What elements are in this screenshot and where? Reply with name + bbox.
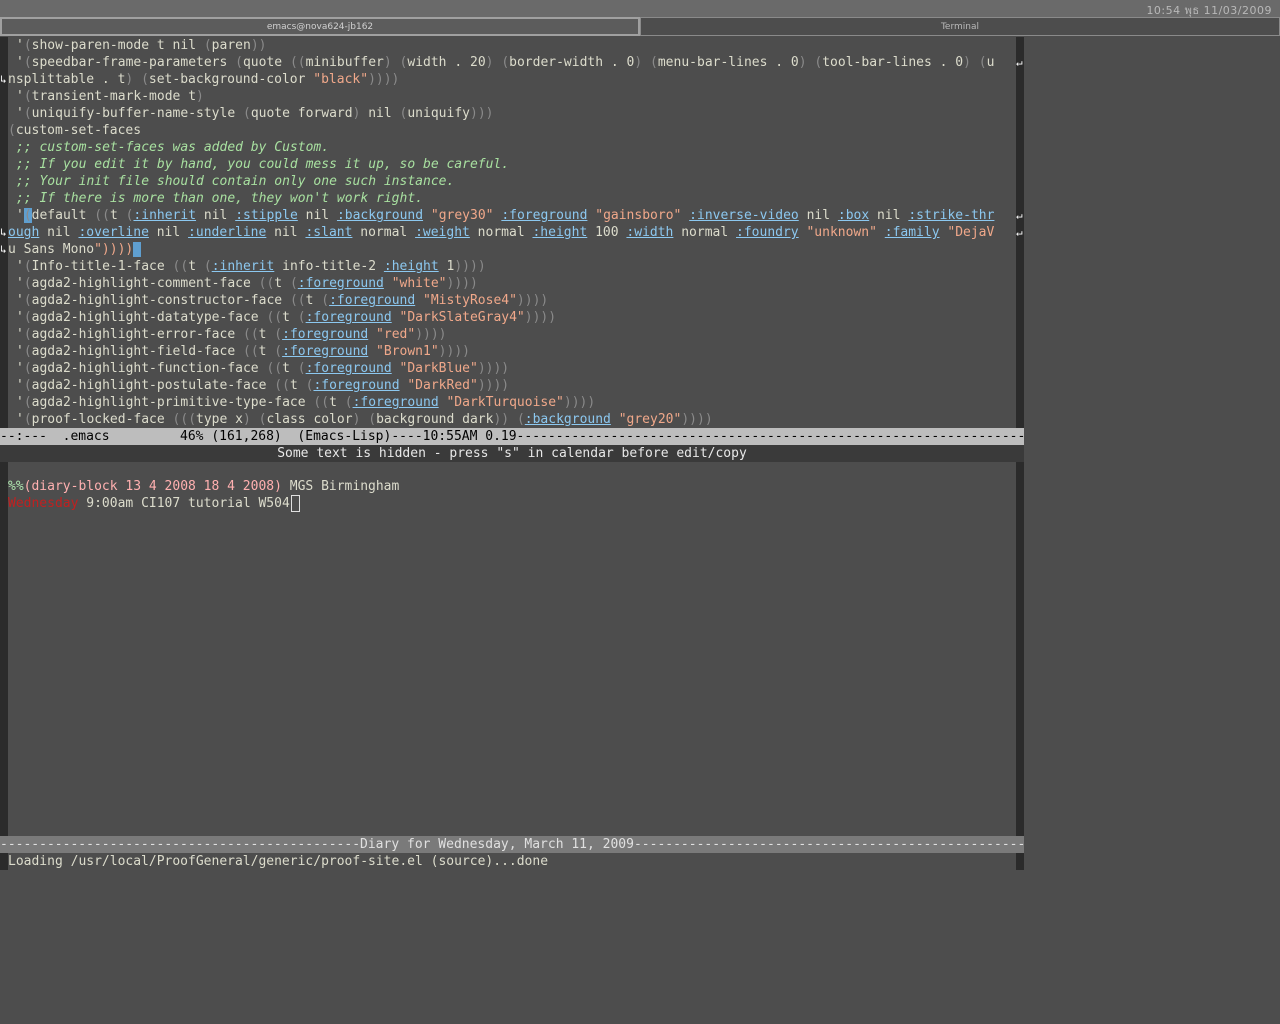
continuation-arrow-icon: ↵ bbox=[1016, 209, 1023, 222]
left-fringe-echo bbox=[0, 853, 8, 870]
echo-area: Loading /usr/local/ProofGeneral/generic/… bbox=[8, 854, 549, 869]
wrap-arrow-icon: ↳ bbox=[0, 73, 7, 86]
code-line[interactable]: '(agda2-highlight-field-face ((t (:foreg… bbox=[16, 343, 470, 360]
code-line[interactable]: '(agda2-highlight-function-face ((t (:fo… bbox=[16, 360, 509, 377]
code-line[interactable]: nsplittable . t) (set-background-color "… bbox=[8, 71, 399, 88]
code-line[interactable]: '(speedbar-frame-parameters (quote ((min… bbox=[16, 54, 994, 71]
code-line[interactable]: '(agda2-highlight-datatype-face ((t (:fo… bbox=[16, 309, 556, 326]
code-line[interactable]: ough nil :overline nil :underline nil :s… bbox=[8, 224, 994, 241]
code-line[interactable]: '(agda2-highlight-comment-face ((t (:for… bbox=[16, 275, 478, 292]
window-tab-emacs[interactable]: emacs@nova624-jb162 bbox=[0, 17, 640, 36]
mode-line-emacs: --:--- .emacs 46% (161,268) (Emacs-Lisp)… bbox=[0, 428, 1024, 445]
code-line[interactable]: ;; custom-set-faces was added by Custom. bbox=[16, 139, 329, 156]
right-fringe-echo bbox=[1016, 853, 1024, 870]
diary-entry[interactable]: Wednesday 9:00am CI107 tutorial W504 bbox=[8, 495, 300, 512]
code-line[interactable]: ;; If you edit it by hand, you could mes… bbox=[16, 156, 509, 173]
left-fringe-diary bbox=[0, 462, 8, 836]
mode-line-diary: ----------------------------------------… bbox=[0, 836, 1024, 853]
diary-entry-text: 9:00am CI107 tutorial W504 bbox=[78, 496, 290, 511]
diary-entry-text: MGS Birmingham bbox=[281, 479, 400, 494]
code-line[interactable]: '(Info-title-1-face ((t (:inherit info-t… bbox=[16, 258, 486, 275]
code-line[interactable]: ;; If there is more than one, they won't… bbox=[16, 190, 423, 207]
code-line[interactable]: '(show-paren-mode t nil (paren)) bbox=[16, 37, 266, 54]
code-line[interactable]: '(proof-locked-face (((type x) (class co… bbox=[16, 411, 713, 428]
emacs-frame[interactable]: '(show-paren-mode t nil (paren)) '(speedb… bbox=[0, 37, 1024, 870]
diary-day-name: Wednesday bbox=[8, 496, 79, 511]
code-line[interactable]: '(agda2-highlight-primitive-type-face ((… bbox=[16, 394, 595, 411]
diary-sexp: (diary-block 13 4 2008 18 4 2008) bbox=[23, 479, 282, 494]
code-line[interactable]: '(default ((t (:inherit nil :stipple nil… bbox=[16, 207, 994, 224]
code-line[interactable]: '(agda2-highlight-constructor-face ((t (… bbox=[16, 292, 548, 309]
window-tab-terminal[interactable]: Terminal bbox=[640, 17, 1280, 36]
diary-entry[interactable]: %%(diary-block 13 4 2008 18 4 2008) MGS … bbox=[8, 478, 399, 495]
top-status-bar: 10:54 พุธ 11/03/2009 bbox=[0, 0, 1280, 17]
text-cursor bbox=[290, 495, 300, 512]
code-line[interactable]: u Sans Mono")))) bbox=[8, 241, 142, 258]
right-fringe-diary bbox=[1016, 462, 1024, 836]
code-line[interactable]: ;; Your init file should contain only on… bbox=[16, 173, 454, 190]
code-line[interactable]: (custom-set-faces bbox=[8, 122, 141, 139]
diary-hidden-text-notice: Some text is hidden - press "s" in calen… bbox=[0, 445, 1024, 462]
diary-sexp-marker: %% bbox=[8, 479, 24, 494]
continuation-arrow-icon: ↵ bbox=[1016, 226, 1023, 239]
code-line[interactable]: '(agda2-highlight-error-face ((t (:foreg… bbox=[16, 326, 447, 343]
wrap-arrow-icon: ↳ bbox=[0, 226, 7, 239]
continuation-arrow-icon: ↵ bbox=[1016, 56, 1023, 69]
code-line[interactable]: '(agda2-highlight-postulate-face ((t (:f… bbox=[16, 377, 509, 394]
code-line[interactable]: '(uniquify-buffer-name-style (quote forw… bbox=[16, 105, 493, 122]
code-line[interactable]: '(transient-mark-mode t) bbox=[16, 88, 204, 105]
wrap-arrow-icon: ↳ bbox=[0, 243, 7, 256]
